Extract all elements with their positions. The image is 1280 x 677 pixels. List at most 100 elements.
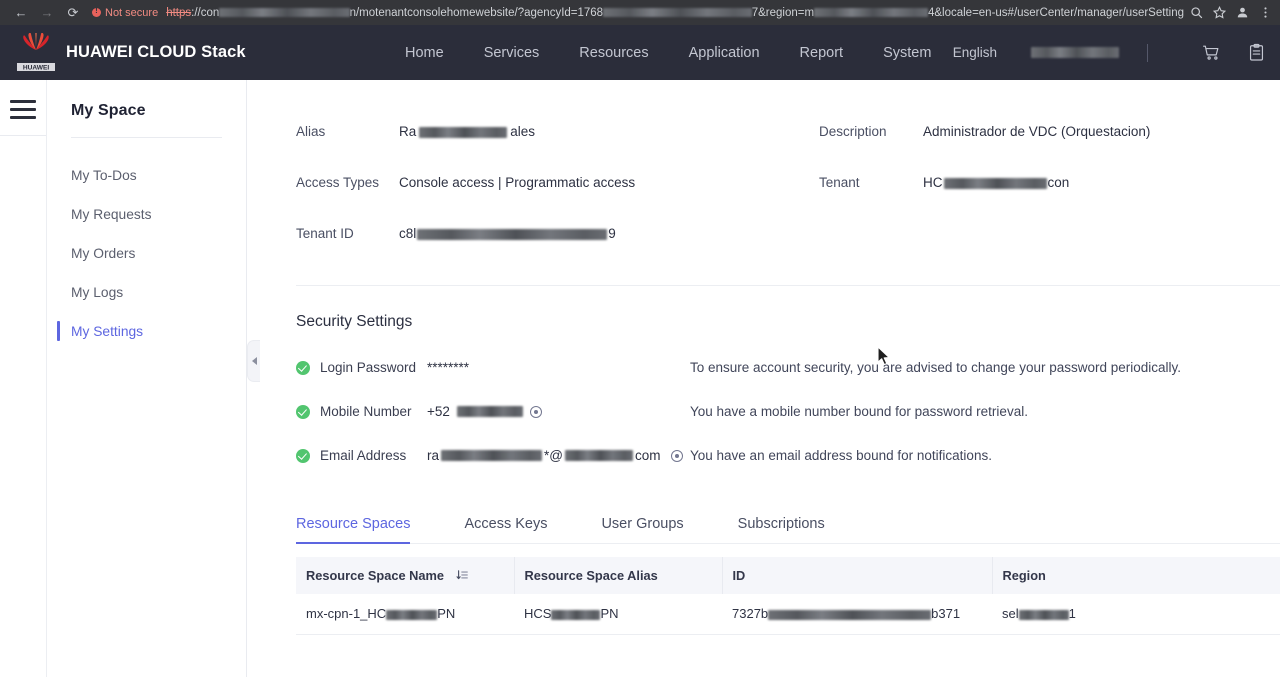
- sidebar-item-my-to-dos[interactable]: My To-Dos: [47, 156, 246, 195]
- id-suffix: b371: [931, 606, 961, 622]
- resource-space-alias-suffix: PN: [600, 606, 619, 622]
- redacted-email-local: [441, 450, 543, 461]
- tab-label: Resource Spaces: [296, 516, 411, 532]
- sidebar-item-label: My To-Dos: [71, 168, 137, 183]
- security-row-label: Email Address: [320, 448, 407, 463]
- nav-item-home[interactable]: Home: [405, 45, 444, 61]
- sidebar-item-my-settings[interactable]: My Settings: [47, 312, 246, 351]
- tab-access-keys[interactable]: Access Keys: [464, 516, 547, 543]
- search-icon[interactable]: [1190, 6, 1203, 19]
- alias-label: Alias: [296, 124, 326, 139]
- column-label: Resource Space Alias: [524, 568, 658, 583]
- redacted-region: [1018, 609, 1069, 620]
- region-suffix: 1: [1068, 606, 1076, 622]
- resource-space-name-prefix: mx-cpn-1_HC: [306, 606, 387, 622]
- reload-icon[interactable]: ⟳: [60, 3, 86, 23]
- security-row-label: Login Password: [320, 360, 417, 375]
- profile-avatar-icon[interactable]: [1236, 6, 1249, 19]
- id-prefix: 7327b: [732, 606, 769, 622]
- access-types-label: Access Types: [296, 175, 380, 190]
- forward-arrow-icon[interactable]: →: [34, 3, 60, 23]
- email-at: *@: [544, 448, 563, 463]
- not-secure-label: Not secure: [105, 6, 159, 19]
- security-row-label: Mobile Number: [320, 404, 412, 419]
- star-icon[interactable]: [1213, 6, 1226, 19]
- security-row-description: You have an email address bound for noti…: [690, 448, 992, 463]
- sort-descending-icon[interactable]: [456, 569, 469, 582]
- nav-item-system[interactable]: System: [883, 45, 931, 61]
- shopping-cart-icon[interactable]: [1202, 43, 1221, 62]
- green-check-icon: [296, 404, 310, 419]
- back-arrow-icon[interactable]: ←: [8, 3, 34, 23]
- sidebar-collapse-handle[interactable]: [247, 340, 260, 382]
- sidebar-item-my-requests[interactable]: My Requests: [47, 195, 246, 234]
- column-header-resource-space-alias[interactable]: Resource Space Alias: [514, 557, 723, 594]
- resource-spaces-table: Resource Space Name Resource Space Alias…: [296, 557, 1280, 635]
- sidebar-navigation: My Space My To-Dos My Requests My Orders…: [47, 80, 247, 677]
- section-divider: [296, 285, 1280, 286]
- clipboard-orders-icon[interactable]: [1247, 43, 1266, 62]
- tab-subscriptions[interactable]: Subscriptions: [738, 516, 825, 543]
- nav-item-services[interactable]: Services: [484, 45, 540, 61]
- hamburger-menu-icon[interactable]: [10, 92, 36, 119]
- tenant-id-value: c8l 9: [399, 208, 819, 259]
- cell-resource-space-alias: HCS PN: [514, 594, 722, 635]
- kebab-menu-icon[interactable]: [1259, 6, 1272, 19]
- address-bar[interactable]: Not secure https://con n/motenantconsoleh…: [92, 3, 1184, 22]
- table-row[interactable]: mx-cpn-1_HC PN HCS PN 7327b b371 sel 1: [296, 594, 1280, 635]
- table-header-row: Resource Space Name Resource Space Alias…: [296, 557, 1280, 594]
- tab-label: User Groups: [601, 516, 684, 532]
- redacted-id: [768, 609, 932, 620]
- sidebar-item-my-logs[interactable]: My Logs: [47, 273, 246, 312]
- nav-item-resources[interactable]: Resources: [579, 45, 648, 61]
- table-header: Resource Space Name Resource Space Alias…: [296, 557, 1280, 594]
- tenant-id-prefix: c8l: [399, 226, 417, 241]
- redacted-resource-space-alias: [551, 609, 601, 620]
- user-account-menu[interactable]: [1031, 47, 1119, 58]
- email-prefix: ra: [427, 448, 440, 463]
- collapse-left-arrow-icon: [251, 357, 257, 365]
- tab-user-groups[interactable]: User Groups: [601, 516, 683, 543]
- url-segment-4: 4&locale=en-us#/userCenter/manager/userS…: [927, 6, 1184, 19]
- tenant-label: Tenant: [819, 175, 860, 190]
- column-header-id[interactable]: ID: [722, 557, 993, 594]
- header-divider: [1147, 43, 1148, 62]
- tab-label: Access Keys: [464, 516, 548, 532]
- language-selector[interactable]: English: [953, 45, 997, 60]
- security-row-email-address: Email Address ra *@ com You have an email …: [296, 448, 1280, 463]
- column-header-resource-space-name[interactable]: Resource Space Name: [296, 557, 515, 594]
- main-content: Alias Ra ales Description Administrador d…: [247, 80, 1280, 677]
- security-row-value: +52: [427, 404, 690, 419]
- nav-item-report[interactable]: Report: [800, 45, 844, 61]
- column-label: ID: [732, 568, 746, 583]
- tenant-id-label: Tenant ID: [296, 226, 354, 241]
- sidebar-menu: My To-Dos My Requests My Orders My Logs …: [47, 156, 246, 351]
- cell-id: 7327b b371: [722, 594, 992, 635]
- table-body: mx-cpn-1_HC PN HCS PN 7327b b371 sel 1: [296, 594, 1280, 635]
- resource-space-name-suffix: PN: [437, 606, 456, 622]
- tab-resource-spaces[interactable]: Resource Spaces: [296, 516, 411, 544]
- redacted-email-domain: [564, 450, 633, 461]
- sidebar-item-label: My Settings: [71, 324, 144, 339]
- tenant-value-prefix: HC: [923, 175, 943, 190]
- cell-resource-space-name[interactable]: mx-cpn-1_HC PN: [296, 594, 514, 635]
- show-value-icon[interactable]: [529, 405, 542, 418]
- description-value: Administrador de VDC (Orquestacion): [923, 124, 1151, 139]
- redacted-url-block: [814, 8, 928, 17]
- not-secure-badge[interactable]: Not secure: [92, 6, 159, 19]
- redacted-username: [1031, 47, 1119, 58]
- access-types-value: Console access | Programmatic access: [399, 175, 636, 190]
- sidebar-item-my-orders[interactable]: My Orders: [47, 234, 246, 273]
- redacted-url-block: [219, 8, 350, 17]
- show-value-icon[interactable]: [670, 449, 683, 462]
- column-header-region[interactable]: Region: [992, 557, 1280, 594]
- brand-area[interactable]: HUAWEI HUAWEI CLOUD Stack: [0, 31, 300, 73]
- sidebar-item-label: My Orders: [71, 246, 136, 261]
- nav-item-application[interactable]: Application: [689, 45, 760, 61]
- url-separator: ://: [191, 6, 201, 19]
- column-label: Region: [1002, 568, 1046, 583]
- sidebar-title: My Space: [71, 102, 146, 119]
- sidebar-divider: [71, 137, 222, 138]
- redacted-url-block: [603, 8, 752, 17]
- sidebar-item-label: My Requests: [71, 207, 152, 222]
